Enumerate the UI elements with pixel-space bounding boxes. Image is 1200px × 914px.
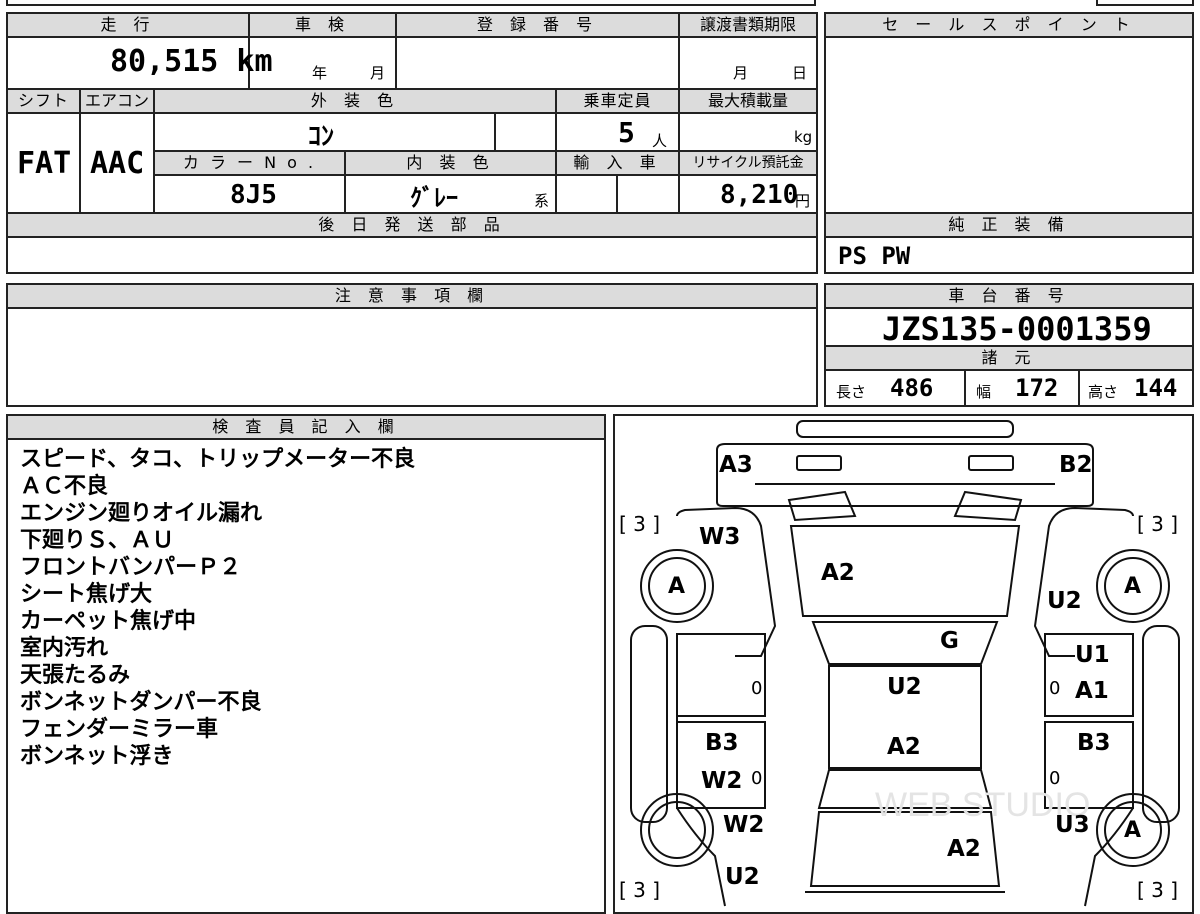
remark-line: カーペット焦げ中 [20, 609, 197, 634]
door-count-l2: 0 [751, 768, 763, 789]
header-inspector: 検 査 員 記 入 欄 [8, 416, 604, 438]
header-chassis: 車 台 番 号 [826, 285, 1192, 307]
tire-fr-grade: A [1124, 574, 1142, 599]
inspector-remarks-list: スピード、タコ、トリップメーター不良 ＡＣ不良 エンジン廻りオイル漏れ 下廻りＳ… [20, 446, 415, 770]
remark-line: 下廻りＳ、ＡＵ [20, 528, 175, 553]
sales-point-box [824, 12, 1194, 214]
damage-diagram: WEB STUDIO [ 3 ] [ 3 ] [ 3 ] [ 3 ] A A A… [613, 414, 1194, 914]
remark-line: シート焦げ大 [20, 582, 153, 607]
tire-fl-grade: A [668, 574, 686, 599]
header-later-parts: 後 日 発 送 部 品 [8, 214, 816, 236]
capacity-value: 5 [618, 116, 635, 149]
header-inspection: 車 検 [250, 14, 395, 36]
recycle-unit: 円 [795, 192, 811, 210]
interior-suffix: 系 [534, 192, 550, 210]
tread-fr: [ 3 ] [1137, 512, 1179, 536]
inspection-month: 月 [370, 64, 386, 82]
damage-fender-left: W3 [699, 524, 741, 550]
top-strip-left [6, 0, 816, 6]
top-strip-right [1096, 0, 1194, 6]
header-specs: 諸 元 [826, 347, 1192, 369]
damage-hood: A2 [821, 560, 855, 586]
damage-rear-left: W2 [723, 812, 765, 838]
remark-line: エンジン廻りオイル漏れ [20, 501, 263, 526]
header-color-no: カ ラ ー N o . [155, 152, 344, 174]
shift-value: FAT [17, 146, 72, 181]
damage-right-front-door-1: U1 [1075, 642, 1110, 668]
door-count-l1: 0 [751, 678, 763, 699]
aircon-value: AAC [90, 146, 145, 181]
remark-line: フェンダーミラー車 [20, 717, 219, 742]
standard-equipment-value: PS PW [838, 242, 911, 270]
exterior-color-value: ｺﾝ [308, 122, 335, 152]
header-capacity: 乗車定員 [557, 90, 678, 112]
header-notes: 注 意 事 項 欄 [8, 285, 816, 307]
remark-line: フロントバンパーＰ２ [20, 555, 242, 580]
damage-front-left: A3 [719, 452, 753, 478]
header-exterior: 外 装 色 [155, 90, 555, 112]
damage-right-front-door-2: A1 [1075, 678, 1109, 704]
header-registration: 登 録 番 号 [397, 14, 678, 36]
remark-line: ＡＣ不良 [20, 474, 109, 499]
damage-left-rear-door-1: B3 [705, 730, 739, 756]
header-aircon: エアコン [81, 90, 153, 112]
remark-line: 室内汚れ [20, 636, 109, 661]
header-import: 輸 入 車 [557, 152, 678, 174]
header-transfer: 譲渡書類期限 [680, 14, 816, 36]
transfer-month: 月 [733, 64, 749, 82]
tread-rl: [ 3 ] [619, 878, 661, 902]
length-value: 486 [890, 374, 934, 402]
remark-line: ボンネットダンパー不良 [20, 690, 262, 715]
damage-left-rear-door-2: W2 [701, 768, 743, 794]
width-value: 172 [1015, 374, 1059, 402]
capacity-unit: 人 [652, 132, 668, 150]
color-no-value: 8J5 [230, 180, 277, 210]
damage-rear-right: U3 [1055, 812, 1090, 838]
damage-fender-right: U2 [1047, 588, 1082, 614]
remark-line: ボンネット浮き [20, 744, 174, 769]
recycle-fee-value: 8,210 [720, 180, 799, 210]
max-load-unit: kg [794, 128, 813, 146]
damage-roof-lower: A2 [887, 734, 921, 760]
transfer-day: 日 [792, 64, 808, 82]
remark-line: スピード、タコ、トリップメーター不良 [20, 447, 416, 472]
door-count-r1: 0 [1049, 678, 1061, 699]
door-count-r2: 0 [1049, 768, 1061, 789]
interior-color-value: ｸﾞﾚｰ [410, 184, 458, 212]
inspection-year: 年 [312, 64, 328, 82]
tread-fl: [ 3 ] [619, 512, 661, 536]
header-max-load: 最大積載量 [680, 90, 816, 112]
damage-roof: U2 [887, 674, 922, 700]
height-value: 144 [1134, 374, 1178, 402]
header-recycle: リサイクル預託金 [680, 152, 816, 174]
width-label: 幅 [976, 383, 992, 401]
tread-rr: [ 3 ] [1137, 878, 1179, 902]
chassis-number-value: JZS135-0001359 [882, 310, 1152, 348]
header-standard-equipment: 純 正 装 備 [826, 214, 1192, 236]
header-shift: シフト [8, 90, 79, 112]
header-interior: 内 装 色 [346, 152, 555, 174]
mileage-value: 80,515 km [110, 44, 273, 79]
inspector-box: 検 査 員 記 入 欄 スピード、タコ、トリップメーター不良 ＡＣ不良 エンジン… [6, 414, 606, 914]
height-label: 高さ [1088, 383, 1119, 401]
damage-windshield: G [940, 628, 959, 654]
damage-trunk: A2 [947, 836, 981, 862]
length-label: 長さ [836, 383, 867, 401]
damage-right-rear-door: B3 [1077, 730, 1111, 756]
tire-rr-grade: A [1124, 818, 1142, 843]
damage-front-right: B2 [1059, 452, 1093, 478]
header-sales-point: セ ー ル ス ポ イ ン ト [826, 14, 1192, 36]
damage-bottom-left: U2 [725, 864, 760, 890]
header-mileage: 走 行 [8, 14, 248, 36]
remark-line: 天張たるみ [20, 663, 131, 688]
